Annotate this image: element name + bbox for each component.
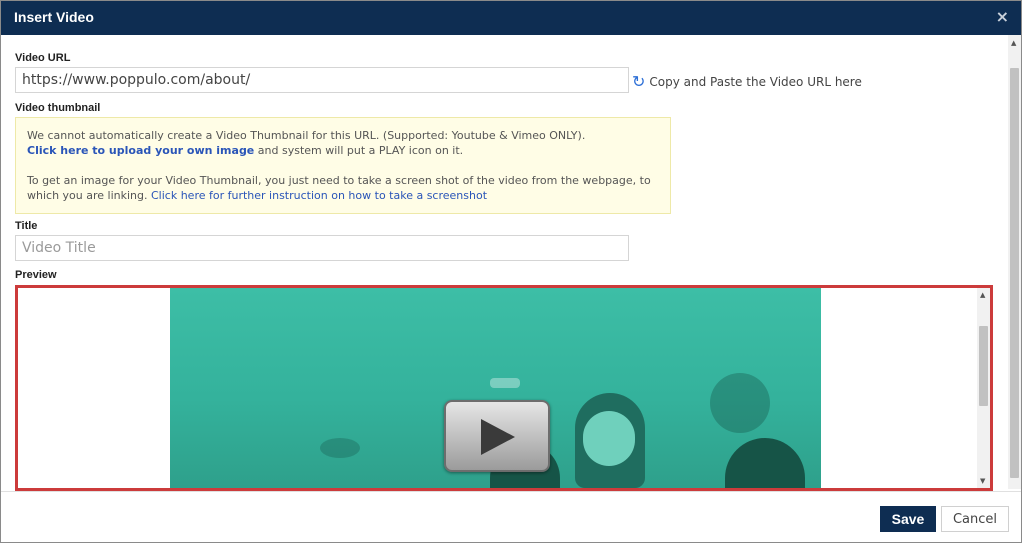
person-face [583,411,635,466]
preview-scrollbar[interactable]: ▲ ▼ [977,288,990,488]
dialog-footer: Save Cancel [1,491,1021,542]
notice-line-1: We cannot automatically create a Video T… [27,129,586,142]
dialog-scrollbar[interactable]: ▲ [1008,35,1021,489]
play-icon [481,419,515,455]
background-light [490,378,520,388]
screenshot-instruction-link[interactable]: Click here for further instruction on ho… [151,189,487,202]
background-shape [320,438,360,458]
upload-suffix-text: and system will put a PLAY icon on it. [254,144,464,157]
insert-video-dialog: Insert Video × Video URL ↻ Copy and Past… [0,0,1022,543]
scroll-up-icon[interactable]: ▲ [980,291,985,299]
upload-image-link[interactable]: Click here to upload your own image [27,144,254,157]
scroll-down-icon[interactable]: ▼ [980,477,985,485]
dialog-titlebar: Insert Video × [1,1,1021,35]
video-title-input[interactable] [15,235,629,261]
notice-line-2: Click here to upload your own image and … [27,143,659,158]
person-silhouette [575,393,645,488]
thumbnail-notice: We cannot automatically create a Video T… [15,117,671,214]
video-thumbnail-image [170,288,821,488]
preview-scroll-thumb[interactable] [979,326,988,406]
video-url-label: Video URL [15,52,71,64]
preview-label: Preview [15,269,57,281]
title-label: Title [15,220,38,232]
dialog-scroll-thumb[interactable] [1010,68,1019,478]
background-shape [710,373,770,433]
preview-frame: ▲ ▼ [15,285,993,491]
notice-instruction: To get an image for your Video Thumbnail… [27,173,659,203]
scroll-up-icon[interactable]: ▲ [1011,39,1016,47]
save-button[interactable]: Save [880,506,936,532]
video-thumbnail-label: Video thumbnail [15,102,101,114]
play-button[interactable] [444,400,550,472]
dialog-title: Insert Video [14,9,94,25]
cancel-button[interactable]: Cancel [941,506,1009,532]
video-url-hint-text: Copy and Paste the Video URL here [649,75,862,89]
notice-spacer [27,158,659,173]
video-url-input[interactable] [15,67,629,93]
person-silhouette [725,438,805,488]
video-url-hint: ↻ Copy and Paste the Video URL here [632,74,862,90]
close-icon[interactable]: × [996,7,1009,26]
refresh-icon[interactable]: ↻ [632,74,645,90]
